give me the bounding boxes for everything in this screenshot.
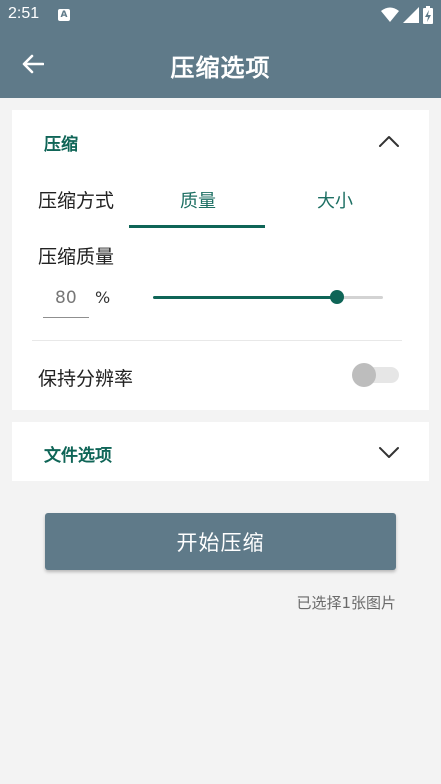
chevron-up-icon[interactable] (377, 132, 401, 150)
signal-icon (403, 7, 419, 23)
keep-resolution-toggle-thumb[interactable] (352, 363, 376, 387)
compression-quality-label: 压缩质量 (38, 246, 115, 268)
tab-size[interactable]: 大小 (317, 187, 353, 213)
divider (32, 340, 402, 341)
app-bar: 压缩选项 (0, 30, 441, 98)
wifi-icon (381, 7, 399, 22)
percent-unit: % (95, 288, 111, 307)
start-compression-button[interactable]: 开始压缩 (45, 513, 396, 570)
quality-input-underline (43, 317, 89, 318)
chevron-down-icon[interactable] (377, 443, 401, 461)
status-time: 2:51 (8, 5, 40, 22)
page-title: 压缩选项 (170, 54, 271, 82)
file-options-card[interactable]: 文件选项 (12, 422, 429, 481)
compression-method-label: 压缩方式 (38, 190, 115, 212)
quality-input[interactable]: 80 (55, 288, 77, 308)
tab-quality[interactable]: 质量 (180, 187, 216, 213)
battery-icon (423, 6, 433, 24)
status-indicators (381, 6, 433, 24)
notification-icon: A (58, 9, 70, 21)
compression-card: 压缩 压缩方式 质量 大小 压缩质量 80 % 保持分辨率 (12, 110, 429, 410)
selection-status: 已选择1张图片 (296, 594, 396, 612)
keep-resolution-label: 保持分辨率 (38, 368, 134, 390)
compression-section-title: 压缩 (44, 135, 78, 155)
tab-indicator (129, 225, 265, 228)
file-options-section-title: 文件选项 (44, 446, 112, 466)
quality-slider-thumb[interactable] (330, 290, 344, 304)
status-bar: 2:51 A (0, 0, 441, 30)
quality-slider-active-track[interactable] (153, 296, 337, 299)
